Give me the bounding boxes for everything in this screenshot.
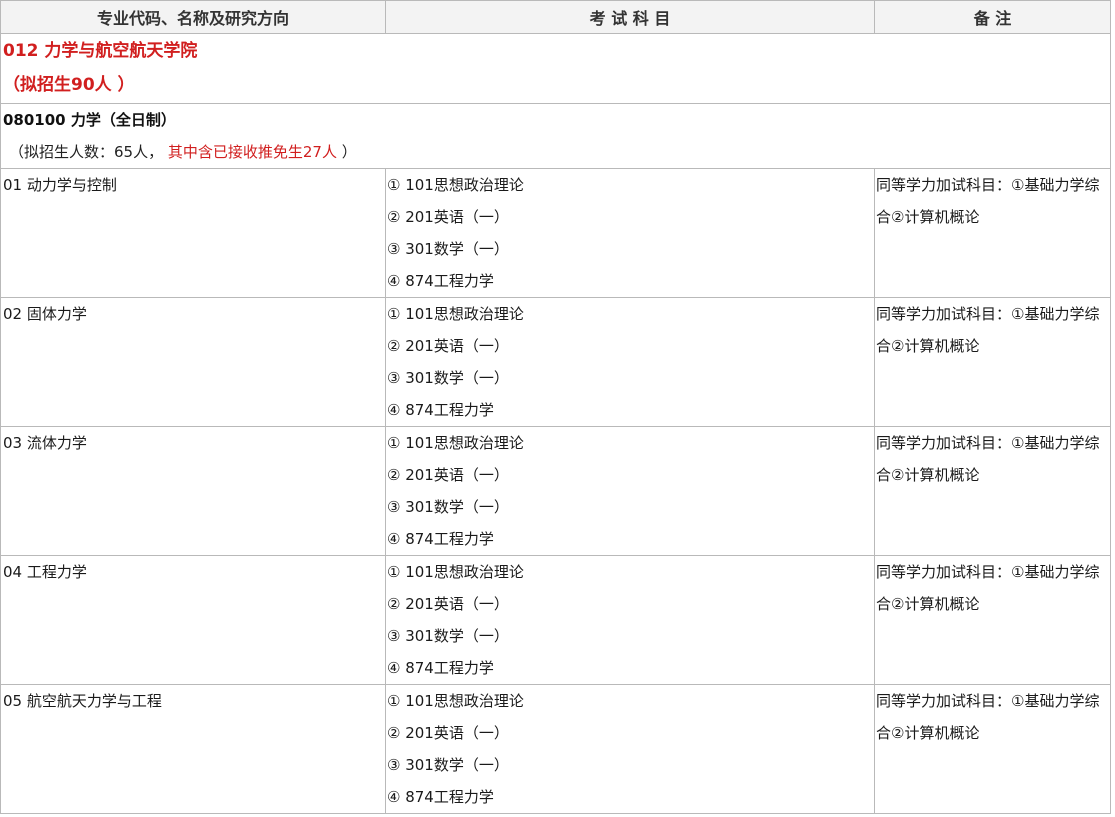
direction-label: 01 动力学与控制 [3,176,117,194]
subject-item: ④ 874工程力学 [387,272,494,290]
major-quota-suffix: ） [336,143,357,161]
direction-cell: 05 航空航天力学与工程 [0,684,386,814]
college-cell: 012 力学与航空航天学院 （拟招生90人 ） [0,33,1111,104]
subject-item: ② 201英语（一） [387,595,509,613]
subject-item: ② 201英语（一） [387,208,509,226]
subject-item: ④ 874工程力学 [387,788,494,806]
note-cell: 同等学力加试科目：①基础力学综合②计算机概论 [874,168,1111,298]
subject-item: ④ 874工程力学 [387,401,494,419]
header-remarks: 备 注 [874,0,1111,34]
subject-item: ② 201英语（一） [387,337,509,355]
subjects-cell: ① 101思想政治理论 ② 201英语（一） ③ 301数学（一） ④ 874工… [385,168,875,298]
direction-label: 04 工程力学 [3,563,87,581]
subject-item: ① 101思想政治理论 [387,563,524,581]
subject-item: ③ 301数学（一） [387,756,509,774]
subject-item: ② 201英语（一） [387,466,509,484]
header-exam-subjects: 考 试 科 目 [385,0,875,34]
note-cell: 同等学力加试科目：①基础力学综合②计算机概论 [874,684,1111,814]
subject-item: ③ 301数学（一） [387,240,509,258]
subject-item: ④ 874工程力学 [387,659,494,677]
note-cell: 同等学力加试科目：①基础力学综合②计算机概论 [874,426,1111,556]
subjects-cell: ① 101思想政治理论 ② 201英语（一） ③ 301数学（一） ④ 874工… [385,555,875,685]
note-text: 同等学力加试科目：①基础力学综合②计算机概论 [876,305,1100,355]
major-quota-exempt: 其中含已接收推免生27人 [163,143,337,161]
direction-label: 02 固体力学 [3,305,87,323]
note-text: 同等学力加试科目：①基础力学综合②计算机概论 [876,563,1100,613]
direction-cell: 04 工程力学 [0,555,386,685]
college-quota: （拟招生90人 ） [3,75,135,95]
subjects-cell: ① 101思想政治理论 ② 201英语（一） ③ 301数学（一） ④ 874工… [385,426,875,556]
admissions-table: 专业代码、名称及研究方向 考 试 科 目 备 注 012 力学与航空航天学院 （… [0,0,1111,814]
college-name: 012 力学与航空航天学院 [3,41,198,61]
subjects-cell: ① 101思想政治理论 ② 201英语（一） ③ 301数学（一） ④ 874工… [385,297,875,427]
direction-label: 05 航空航天力学与工程 [3,692,162,710]
subjects-cell: ① 101思想政治理论 ② 201英语（一） ③ 301数学（一） ④ 874工… [385,684,875,814]
direction-cell: 03 流体力学 [0,426,386,556]
note-text: 同等学力加试科目：①基础力学综合②计算机概论 [876,692,1100,742]
note-text: 同等学力加试科目：①基础力学综合②计算机概论 [876,176,1100,226]
note-cell: 同等学力加试科目：①基础力学综合②计算机概论 [874,297,1111,427]
major-row: 080100 力学（全日制） （拟招生人数：65人， 其中含已接收推免生27人 … [0,103,1111,169]
table-row: 03 流体力学 ① 101思想政治理论 ② 201英语（一） ③ 301数学（一… [0,426,1111,556]
major-cell: 080100 力学（全日制） （拟招生人数：65人， 其中含已接收推免生27人 … [0,103,1111,169]
major-quota-prefix: （拟招生人数：65人， [9,143,164,161]
subject-item: ① 101思想政治理论 [387,176,524,194]
direction-cell: 01 动力学与控制 [0,168,386,298]
subject-item: ④ 874工程力学 [387,530,494,548]
major-title: 080100 力学（全日制） [3,111,176,129]
college-row: 012 力学与航空航天学院 （拟招生90人 ） [0,33,1111,104]
table-row: 04 工程力学 ① 101思想政治理论 ② 201英语（一） ③ 301数学（一… [0,555,1111,685]
note-text: 同等学力加试科目：①基础力学综合②计算机概论 [876,434,1100,484]
header-major-direction: 专业代码、名称及研究方向 [0,0,386,34]
table-row: 02 固体力学 ① 101思想政治理论 ② 201英语（一） ③ 301数学（一… [0,297,1111,427]
table-row: 01 动力学与控制 ① 101思想政治理论 ② 201英语（一） ③ 301数学… [0,168,1111,298]
direction-cell: 02 固体力学 [0,297,386,427]
subject-item: ② 201英语（一） [387,724,509,742]
subject-item: ① 101思想政治理论 [387,692,524,710]
major-quota: （拟招生人数：65人， 其中含已接收推免生27人 ） [3,136,1110,168]
note-cell: 同等学力加试科目：①基础力学综合②计算机概论 [874,555,1111,685]
subject-item: ① 101思想政治理论 [387,305,524,323]
direction-label: 03 流体力学 [3,434,87,452]
subject-item: ③ 301数学（一） [387,498,509,516]
table-row: 05 航空航天力学与工程 ① 101思想政治理论 ② 201英语（一） ③ 30… [0,684,1111,814]
subject-item: ③ 301数学（一） [387,627,509,645]
subject-item: ① 101思想政治理论 [387,434,524,452]
table-header-row: 专业代码、名称及研究方向 考 试 科 目 备 注 [0,0,1111,34]
subject-item: ③ 301数学（一） [387,369,509,387]
